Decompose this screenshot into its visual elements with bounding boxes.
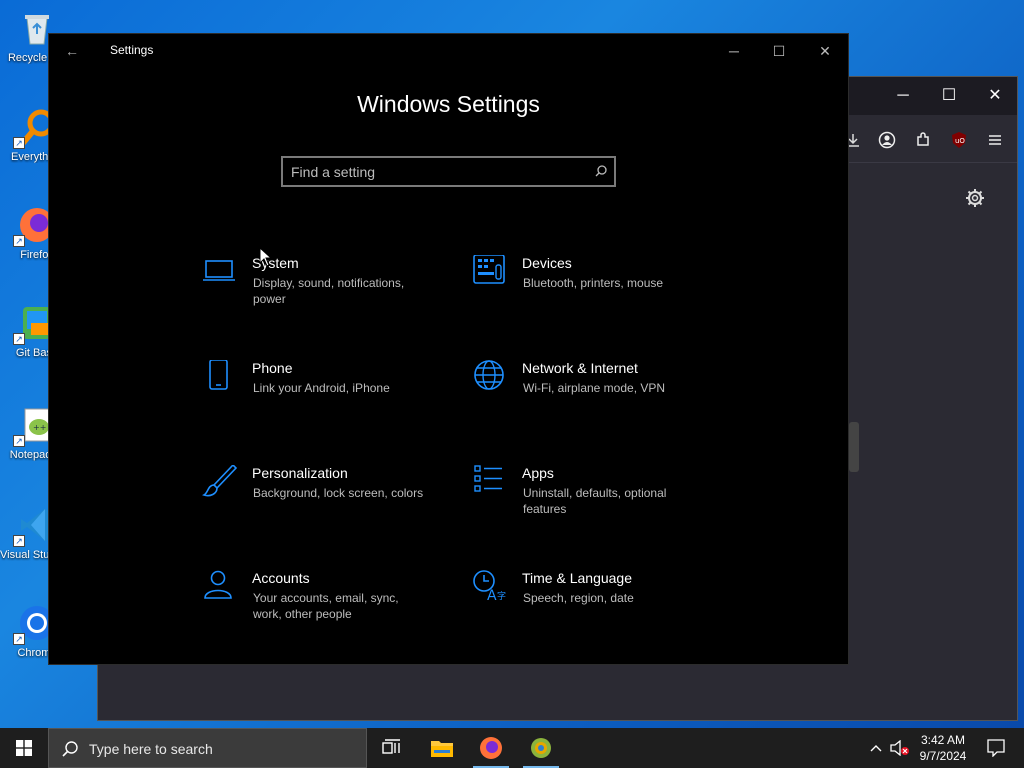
- notification-icon: [987, 739, 1005, 757]
- task-view-icon: [382, 739, 400, 754]
- folder-icon: [431, 741, 453, 757]
- windows-logo-icon: [16, 740, 32, 756]
- category-name: Devices: [522, 255, 572, 271]
- back-arrow-icon[interactable]: ←: [65, 42, 83, 60]
- category-description: Your accounts, email, sync, work, other …: [253, 591, 399, 621]
- close-icon[interactable]: ✕: [985, 86, 1005, 106]
- brush-icon: [201, 463, 238, 501]
- search-icon[interactable]: [594, 164, 608, 178]
- category-description: Link your Android, iPhone: [253, 381, 390, 395]
- clock-time: 3:42 AM: [920, 733, 966, 747]
- settings-search-box[interactable]: [281, 156, 616, 187]
- page-title: Windows Settings: [357, 91, 540, 117]
- category-description: Display, sound, notifications, power: [253, 276, 405, 306]
- clock-date: 9/7/2024: [919, 749, 967, 763]
- taskbar-firefox[interactable]: [467, 728, 515, 768]
- category-description: Uninstall, defaults, optional features: [523, 486, 667, 516]
- menu-icon[interactable]: [984, 129, 1006, 151]
- taskbar: Type here to search 3:42 AM 9/7/2024: [0, 728, 1024, 768]
- person-icon: [202, 570, 238, 606]
- category-network-internet[interactable]: Network & Internet Wi-Fi, airplane mode,…: [472, 360, 702, 430]
- taskbar-settings-app[interactable]: [517, 728, 565, 768]
- start-button[interactable]: [0, 728, 48, 768]
- volume-button[interactable]: [888, 728, 912, 768]
- taskbar-file-explorer[interactable]: [418, 728, 466, 768]
- firefox-icon: [480, 737, 502, 759]
- taskbar-search-box[interactable]: Type here to search: [48, 728, 367, 768]
- category-name: Network & Internet: [522, 360, 638, 376]
- keyboard-icon: [472, 254, 508, 291]
- scrollbar-thumb[interactable]: [849, 422, 859, 472]
- laptop-icon: [202, 255, 238, 291]
- settings-titlebar[interactable]: ← Settings ─ ☐ ✕: [49, 34, 848, 68]
- category-apps[interactable]: Apps Uninstall, defaults, optional featu…: [472, 465, 702, 535]
- extensions-icon[interactable]: [912, 129, 934, 151]
- show-hidden-icons-chevron[interactable]: [866, 728, 886, 768]
- search-input[interactable]: [291, 162, 581, 182]
- volume-muted-icon: [890, 740, 909, 756]
- time-language-icon: A字: [472, 570, 508, 606]
- maximize-icon[interactable]: ☐: [768, 40, 790, 62]
- task-view-button[interactable]: [368, 728, 416, 768]
- category-personalization[interactable]: Personalization Background, lock screen,…: [201, 463, 432, 535]
- apps-list-icon: [472, 465, 508, 501]
- category-description: Speech, region, date: [523, 591, 634, 605]
- account-icon[interactable]: [876, 129, 898, 151]
- search-icon: [61, 740, 79, 758]
- taskbar-search-placeholder: Type here to search: [89, 741, 213, 757]
- svg-text:字: 字: [497, 590, 506, 602]
- mouse-cursor-icon: [259, 246, 273, 267]
- system-clock[interactable]: 3:42 AM 9/7/2024: [911, 732, 975, 764]
- category-description: Wi-Fi, airplane mode, VPN: [523, 381, 666, 395]
- minimize-icon[interactable]: ─: [723, 40, 745, 62]
- window-title: Settings: [110, 43, 154, 57]
- gear-icon[interactable]: [964, 187, 986, 209]
- category-description: Bluetooth, printers, mouse: [523, 276, 664, 290]
- category-system[interactable]: System Display, sound, notifications, po…: [202, 255, 432, 325]
- phone-icon: [202, 359, 238, 396]
- svg-text:uO: uO: [955, 137, 965, 145]
- category-accounts[interactable]: Accounts Your accounts, email, sync, wor…: [202, 570, 432, 640]
- category-name: Personalization: [252, 465, 348, 481]
- settings-window[interactable]: ← Settings ─ ☐ ✕ Windows Settings System…: [48, 33, 849, 665]
- action-center-button[interactable]: [984, 728, 1008, 768]
- category-phone[interactable]: Phone Link your Android, iPhone: [202, 359, 432, 430]
- category-name: Accounts: [252, 570, 310, 586]
- close-icon[interactable]: ✕: [814, 40, 836, 62]
- settings-app-icon: [531, 738, 551, 758]
- category-description: Background, lock screen, colors: [253, 486, 424, 500]
- minimize-icon[interactable]: ─: [893, 86, 913, 106]
- category-name: Time & Language: [522, 570, 632, 586]
- chevron-up-icon: [870, 745, 882, 752]
- ublock-icon[interactable]: uO: [948, 129, 970, 151]
- category-devices[interactable]: Devices Bluetooth, printers, mouse: [472, 254, 702, 325]
- category-name: Apps: [522, 465, 554, 481]
- maximize-icon[interactable]: ☐: [939, 86, 959, 106]
- svg-text:A: A: [487, 588, 497, 604]
- globe-icon: [472, 360, 508, 396]
- svg-text:++: ++: [33, 423, 46, 432]
- category-name: Phone: [252, 360, 293, 376]
- category-time-language[interactable]: A字 Time & Language Speech, region, date: [472, 570, 702, 640]
